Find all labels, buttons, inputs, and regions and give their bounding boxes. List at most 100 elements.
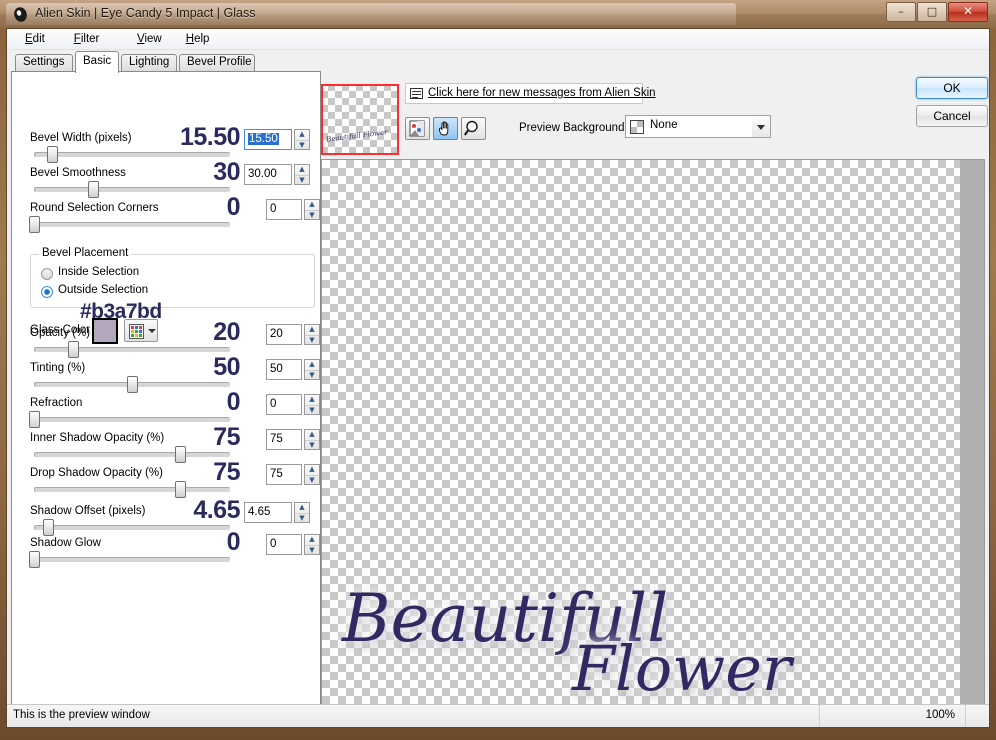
preview-background-select[interactable]: None xyxy=(625,115,771,138)
client-area: Edit Filter View Help Settings Basic Lighting… xyxy=(6,28,990,728)
tab-basic[interactable]: Basic xyxy=(75,51,119,73)
slider-thumb[interactable] xyxy=(29,551,40,568)
status-message: This is the preview window xyxy=(13,709,150,721)
message-bar[interactable]: Click here for new messages from Alien S… xyxy=(405,83,656,104)
slider-number-value: 75 xyxy=(270,433,283,445)
spinner-up-icon[interactable]: ▲ xyxy=(295,503,309,512)
slider-spinner: 0 ▲ ▼ xyxy=(266,199,320,220)
slider-number-input[interactable]: 0 xyxy=(266,394,302,415)
slider-value-display: 15.50 xyxy=(179,123,241,151)
minimize-icon: – xyxy=(898,5,904,18)
preview-window[interactable]: Beautifull Beautifull Flower Flower xyxy=(321,159,985,724)
ok-button[interactable]: OK xyxy=(916,77,988,99)
slider-number-input[interactable]: 30.00 xyxy=(244,164,292,185)
menu-item-help[interactable]: Help xyxy=(180,32,216,46)
tab-lighting[interactable]: Lighting xyxy=(121,54,177,72)
tab-settings[interactable]: Settings xyxy=(15,54,73,72)
glass-color-swatch[interactable] xyxy=(92,318,118,344)
status-zoom-level: 100% xyxy=(925,709,955,721)
spinner-up-icon[interactable]: ▲ xyxy=(305,325,319,334)
spinner-buttons: ▲ ▼ xyxy=(304,429,320,450)
menu-bar: Edit Filter View Help xyxy=(7,29,989,50)
slider-number-input[interactable]: 0 xyxy=(266,534,302,555)
zoom-tool-button[interactable] xyxy=(461,117,486,140)
chevron-down-icon xyxy=(148,329,156,333)
slider-track[interactable] xyxy=(34,222,230,227)
slider-number-input[interactable]: 75 xyxy=(266,429,302,450)
slider-value-display: 4.65 xyxy=(193,496,240,524)
close-button[interactable]: ✕ xyxy=(948,2,988,22)
spinner-down-icon[interactable]: ▼ xyxy=(305,475,319,485)
slider-track[interactable] xyxy=(34,152,230,157)
slider-track[interactable] xyxy=(34,452,230,457)
spinner-down-icon[interactable]: ▼ xyxy=(305,440,319,450)
menu-item-edit[interactable]: Edit xyxy=(19,32,51,46)
slider-track[interactable] xyxy=(34,487,230,492)
slider-spinner: 0 ▲ ▼ xyxy=(266,534,320,555)
preview-background-arrow-box[interactable] xyxy=(752,116,770,137)
spinner-up-icon[interactable]: ▲ xyxy=(305,360,319,369)
navigator-thumbnail[interactable]: Beautifull Flower xyxy=(321,84,399,155)
status-bar: This is the preview window 100% xyxy=(7,704,989,727)
navigator-selection-rect[interactable] xyxy=(321,84,399,155)
tab-panel-basic: Bevel Width (pixels) 15.50 15.50 ▲ ▼ Bevel Sm… xyxy=(11,71,321,724)
maximize-button[interactable]: □ xyxy=(917,2,947,22)
menu-item-filter[interactable]: Filter xyxy=(68,32,106,46)
spinner-buttons: ▲ ▼ xyxy=(304,199,320,220)
slider-number-input[interactable]: 4.65 xyxy=(244,502,292,523)
spinner-up-icon[interactable]: ▲ xyxy=(305,430,319,439)
slider-track[interactable] xyxy=(34,187,230,192)
slider-thumb[interactable] xyxy=(29,216,40,233)
slider-thumb[interactable] xyxy=(68,341,79,358)
spinner-up-icon[interactable]: ▲ xyxy=(295,130,309,139)
spinner-down-icon[interactable]: ▼ xyxy=(295,175,309,185)
color-palette-icon xyxy=(129,324,144,339)
slider-track[interactable] xyxy=(34,417,230,422)
slider-track[interactable] xyxy=(34,347,230,352)
color-palette-button[interactable] xyxy=(124,319,158,342)
slider-label: Tinting (%) xyxy=(30,362,86,374)
menu-item-view[interactable]: View xyxy=(131,32,168,46)
tab-strip: Settings Basic Lighting Bevel Profile xyxy=(11,51,321,73)
slider-track[interactable] xyxy=(34,557,230,562)
pan-tool-button[interactable] xyxy=(433,117,458,140)
slider-value-display: 0 xyxy=(226,193,241,221)
spinner-down-icon[interactable]: ▼ xyxy=(305,370,319,380)
spinner-down-icon[interactable]: ▼ xyxy=(305,405,319,415)
cancel-button[interactable]: Cancel xyxy=(916,105,988,127)
preview-panel: Beautifull Flower Click here for new mes… xyxy=(321,51,988,724)
spinner-down-icon[interactable]: ▼ xyxy=(295,140,309,150)
alien-skin-messages-link[interactable]: Click here for new messages from Alien S… xyxy=(428,87,656,99)
spinner-up-icon[interactable]: ▲ xyxy=(305,200,319,209)
alien-head-icon xyxy=(14,7,27,22)
slider-spinner: 15.50 ▲ ▼ xyxy=(244,129,310,150)
chevron-down-icon xyxy=(757,125,765,130)
compare-tool-button[interactable] xyxy=(405,117,430,140)
slider-number-input[interactable]: 75 xyxy=(266,464,302,485)
slider-label: Refraction xyxy=(30,397,83,409)
spinner-up-icon[interactable]: ▲ xyxy=(305,395,319,404)
slider-thumb[interactable] xyxy=(29,411,40,428)
slider-number-input[interactable]: 15.50 xyxy=(244,129,292,150)
spinner-up-icon[interactable]: ▲ xyxy=(305,535,319,544)
slider-spinner: 30.00 ▲ ▼ xyxy=(244,164,310,185)
slider-number-input[interactable]: 20 xyxy=(266,324,302,345)
spinner-down-icon[interactable]: ▼ xyxy=(295,513,309,523)
spinner-up-icon[interactable]: ▲ xyxy=(305,465,319,474)
slider-number-input[interactable]: 0 xyxy=(266,199,302,220)
maximize-icon: □ xyxy=(926,5,938,18)
tab-bevel-profile[interactable]: Bevel Profile xyxy=(179,54,255,72)
radio-inside-icon xyxy=(41,268,53,280)
spinner-buttons: ▲ ▼ xyxy=(294,129,310,150)
slider-thumb[interactable] xyxy=(47,146,58,163)
slider-number-input[interactable]: 50 xyxy=(266,359,302,380)
slider-thumb[interactable] xyxy=(43,519,54,536)
application-window: Alien Skin | Eye Candy 5 Impact | Glass … xyxy=(0,0,996,740)
spinner-down-icon[interactable]: ▼ xyxy=(305,335,319,345)
slider-number-value: 20 xyxy=(270,328,283,340)
spinner-up-icon[interactable]: ▲ xyxy=(295,165,309,174)
hand-icon xyxy=(438,121,449,136)
minimize-button[interactable]: – xyxy=(886,2,916,22)
spinner-down-icon[interactable]: ▼ xyxy=(305,545,319,555)
spinner-down-icon[interactable]: ▼ xyxy=(305,210,319,220)
